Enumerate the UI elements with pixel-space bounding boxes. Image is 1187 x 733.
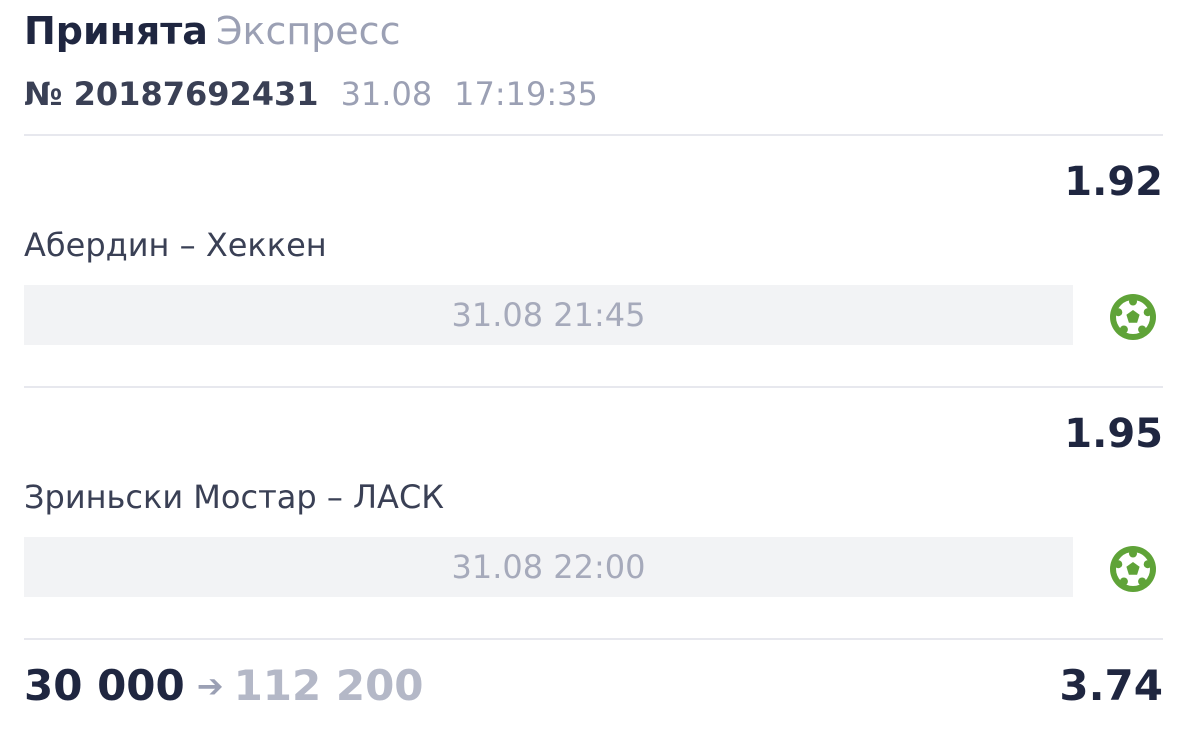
event-odds: 1.95 <box>1064 411 1163 457</box>
bet-title-row: Принята Экспресс <box>24 6 598 56</box>
soccer-ball-icon <box>1110 546 1156 592</box>
stake-amount: 30 000 <box>24 661 185 710</box>
payout-amount: 112 200 <box>233 661 424 710</box>
event-odds: 1.92 <box>1064 159 1163 205</box>
divider <box>24 386 1163 388</box>
bet-card: Принята Экспресс № 20187692431 31.08 17:19:… <box>0 0 1187 733</box>
bet-time: 17:19:35 <box>454 75 598 113</box>
bet-date: 31.08 <box>340 75 433 113</box>
bet-header: Принята Экспресс № 20187692431 31.08 17:19:… <box>24 6 598 114</box>
bet-number: № 20187692431 <box>24 75 319 113</box>
event-match: Абердин – Хеккен <box>24 226 327 264</box>
bet-status: Принята <box>24 9 208 53</box>
arrow-right-icon: ➔ <box>196 667 224 705</box>
divider <box>24 134 1163 136</box>
event-card: 1.92 Абердин – Хеккен 31.08 21:45 <box>24 157 1163 387</box>
event-start-time: 31.08 22:00 <box>24 537 1073 597</box>
event-card: 1.95 Зриньски Мостар – ЛАСК 31.08 22:00 <box>24 409 1163 639</box>
total-odds: 3.74 <box>1059 661 1163 710</box>
event-match: Зриньски Мостар – ЛАСК <box>24 478 444 516</box>
event-start-time: 31.08 21:45 <box>24 285 1073 345</box>
bet-summary: 30 000 ➔ 112 200 3.74 <box>24 658 1163 714</box>
bet-meta-row: № 20187692431 31.08 17:19:35 <box>24 74 598 114</box>
stake-to-payout: 30 000 ➔ 112 200 <box>24 658 424 714</box>
soccer-ball-icon <box>1110 294 1156 340</box>
bet-type: Экспресс <box>215 9 401 53</box>
divider <box>24 638 1163 640</box>
